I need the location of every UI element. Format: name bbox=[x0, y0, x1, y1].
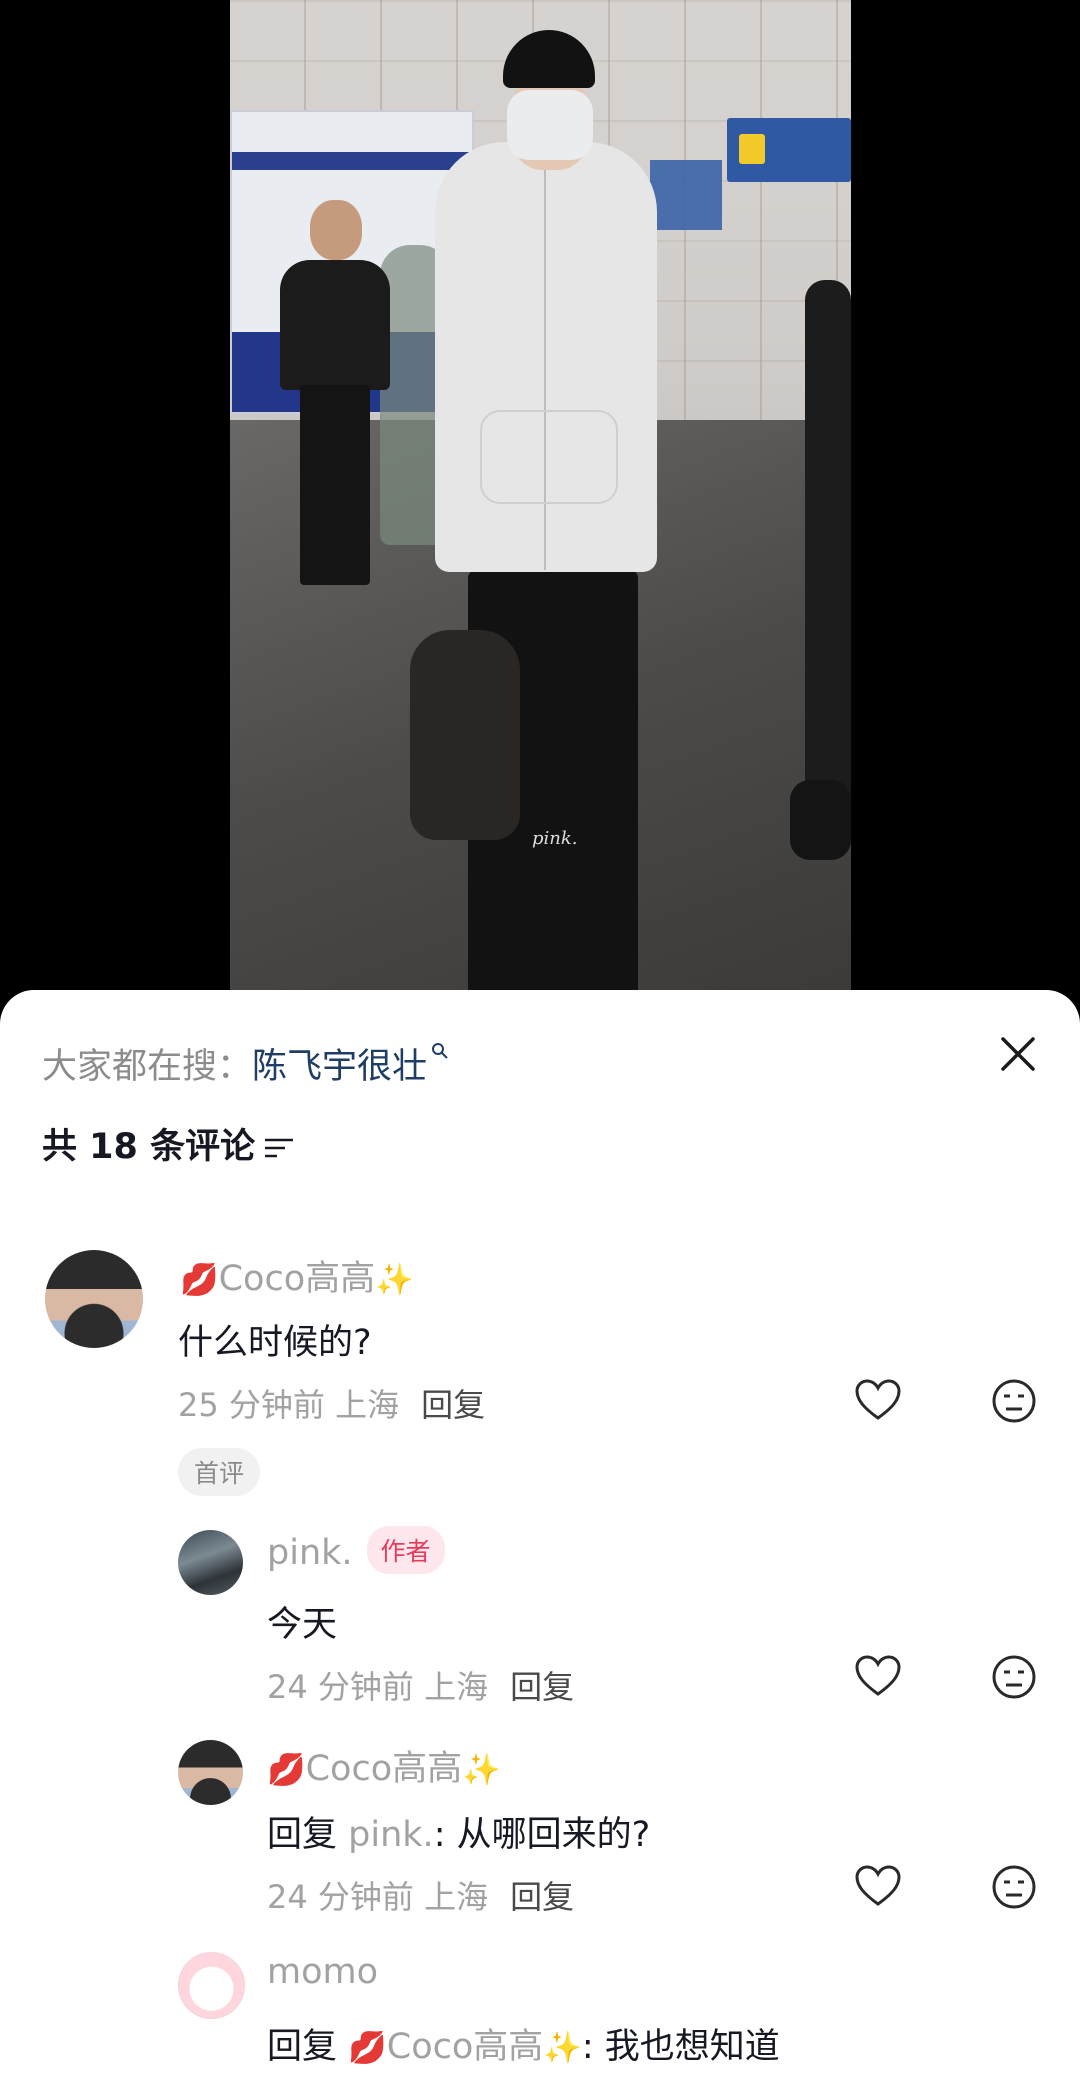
comment-author[interactable]: 💋Coco高高✨ bbox=[180, 1250, 414, 1301]
reply-button[interactable]: 回复 bbox=[510, 1878, 574, 1916]
reply-button[interactable]: 回复 bbox=[421, 1386, 485, 1424]
dislike-face-icon[interactable] bbox=[991, 1864, 1037, 1910]
comment-item: 💋Coco高高✨ 什么时候的? 25 分钟前 上海 回复 首评 bbox=[0, 1250, 1080, 1496]
search-suggestion[interactable]: 大家都在搜：陈飞宇很壮 bbox=[42, 1038, 449, 1089]
comment-count: 共 18 条评论 bbox=[42, 1118, 295, 1169]
dislike-face-icon[interactable] bbox=[991, 1378, 1037, 1424]
author-badge: 作者 bbox=[366, 1526, 445, 1574]
video-player[interactable]: pink. bbox=[0, 0, 1080, 1000]
reply-item: pink. 作者 今天 24 分钟前 上海 回复 bbox=[0, 1526, 1080, 1710]
main-person bbox=[410, 30, 680, 1000]
comment-text: 回复 pink.: 从哪回来的? bbox=[267, 1815, 651, 1855]
comment-text: 今天 bbox=[267, 1605, 338, 1645]
direction-sign bbox=[727, 118, 851, 182]
reply-item: 💋Coco高高✨ 回复 pink.: 从哪回来的? 24 分钟前 上海 回复 bbox=[0, 1740, 1080, 1920]
reply-to-user[interactable]: pink. bbox=[348, 1815, 434, 1855]
comment-author[interactable]: 💋Coco高高✨ bbox=[267, 1740, 501, 1791]
video-watermark: pink. bbox=[532, 828, 578, 849]
comment-location: 上海 bbox=[335, 1386, 400, 1424]
first-comment-badge: 首评 bbox=[178, 1448, 261, 1496]
comment-time: 25 分钟前 bbox=[178, 1386, 325, 1424]
search-icon bbox=[432, 1043, 448, 1059]
reply-button[interactable]: 回复 bbox=[510, 1668, 574, 1706]
avatar[interactable] bbox=[178, 1530, 243, 1595]
search-term[interactable]: 陈飞宇很壮 bbox=[252, 1047, 427, 1087]
heart-icon[interactable] bbox=[854, 1378, 902, 1422]
comment-meta: 25 分钟前 上海 回复 bbox=[178, 1380, 485, 1426]
avatar[interactable] bbox=[178, 1740, 243, 1805]
reply-item: momo 回复 💋Coco高高✨: 我也想知道 bbox=[0, 1952, 1080, 2091]
heart-icon[interactable] bbox=[854, 1864, 902, 1908]
comment-location: 上海 bbox=[424, 1668, 489, 1706]
heart-icon[interactable] bbox=[854, 1654, 902, 1698]
search-prefix: 大家都在搜： bbox=[42, 1047, 253, 1087]
comments-sheet: 大家都在搜：陈飞宇很壮 共 18 条评论 💋Coco高高✨ 什么时候的? 25 … bbox=[0, 990, 1080, 2091]
comment-location: 上海 bbox=[424, 1878, 489, 1916]
comment-time: 24 分钟前 bbox=[267, 1878, 414, 1916]
avatar[interactable] bbox=[178, 1952, 245, 2019]
background-man bbox=[275, 200, 395, 610]
comment-meta: 24 分钟前 上海 回复 bbox=[267, 1872, 574, 1918]
comment-author[interactable]: pink. 作者 bbox=[267, 1526, 445, 1578]
comment-meta: 24 分钟前 上海 回复 bbox=[267, 1662, 574, 1708]
dislike-face-icon[interactable] bbox=[991, 1654, 1037, 1700]
avatar[interactable] bbox=[45, 1250, 143, 1348]
comment-time: 24 分钟前 bbox=[267, 1668, 414, 1706]
handbag bbox=[410, 630, 520, 840]
comment-author[interactable]: momo bbox=[267, 1952, 378, 1992]
video-frame: pink. bbox=[230, 0, 851, 1000]
comment-text: 什么时候的? bbox=[178, 1323, 372, 1363]
reply-to-user[interactable]: 💋Coco高高✨ bbox=[348, 2027, 582, 2067]
close-icon[interactable] bbox=[994, 1030, 1042, 1078]
sort-icon[interactable] bbox=[263, 1134, 295, 1162]
comment-text: 回复 💋Coco高高✨: 我也想知道 bbox=[267, 2027, 780, 2067]
